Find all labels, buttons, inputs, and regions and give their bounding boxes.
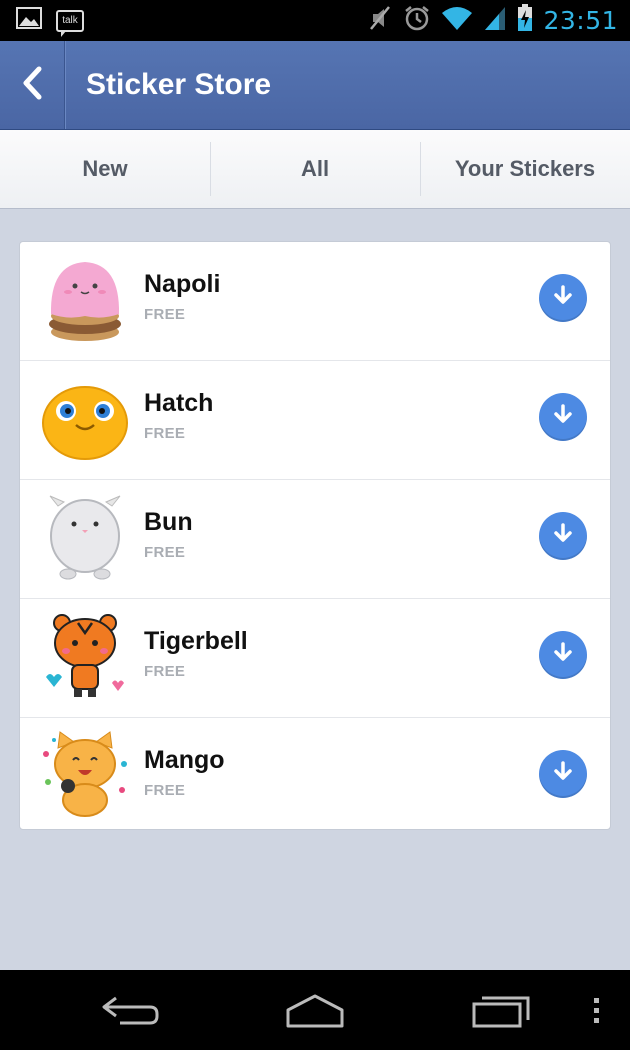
napoli-sticker-image: [40, 254, 130, 344]
alarm-icon: [403, 4, 431, 37]
tab-all[interactable]: All: [210, 130, 420, 208]
sticker-row-bun[interactable]: Bun FREE: [20, 480, 610, 599]
download-button[interactable]: [539, 631, 587, 679]
status-bar: talk 23:51: [0, 0, 630, 41]
sticker-price: FREE: [144, 663, 186, 680]
back-button[interactable]: [0, 41, 65, 129]
tab-bar: New All Your Stickers: [0, 130, 630, 209]
download-button[interactable]: [539, 274, 587, 322]
battery-charging-icon: [517, 4, 533, 37]
clock: 23:51: [543, 6, 618, 35]
sticker-row-napoli[interactable]: Napoli FREE: [20, 242, 610, 361]
download-arrow-icon: [551, 403, 575, 432]
download-button[interactable]: [539, 750, 587, 798]
navigation-bar: [0, 970, 630, 1050]
sticker-list: Napoli FREE Hatch FREE Bun FREE Tigerbel…: [19, 241, 611, 830]
bun-sticker-image: [40, 492, 130, 582]
sticker-row-mango[interactable]: Mango FREE: [20, 718, 610, 829]
tigerbell-sticker-image: [40, 611, 130, 701]
mute-icon: [367, 4, 393, 37]
sticker-name: Mango: [144, 746, 225, 774]
sticker-price: FREE: [144, 306, 186, 323]
wifi-icon: [441, 5, 473, 36]
download-button[interactable]: [539, 512, 587, 560]
sticker-price: FREE: [144, 782, 186, 799]
talk-icon: talk: [56, 9, 84, 37]
sticker-name: Bun: [144, 508, 193, 536]
sticker-row-hatch[interactable]: Hatch FREE: [20, 361, 610, 480]
sticker-name: Tigerbell: [144, 627, 248, 655]
tab-new[interactable]: New: [0, 130, 210, 208]
sticker-price: FREE: [144, 425, 186, 442]
sticker-row-tigerbell[interactable]: Tigerbell FREE: [20, 599, 610, 718]
app-bar: Sticker Store: [0, 41, 630, 130]
mango-sticker-image: [40, 730, 130, 820]
hatch-sticker-image: [40, 373, 130, 463]
chevron-left-icon: [21, 66, 43, 105]
sticker-price: FREE: [144, 544, 186, 561]
home-icon[interactable]: [284, 990, 346, 1035]
tab-your-stickers[interactable]: Your Stickers: [420, 130, 630, 208]
download-arrow-icon: [551, 641, 575, 670]
download-button[interactable]: [539, 393, 587, 441]
signal-icon: [483, 5, 507, 36]
download-arrow-icon: [551, 522, 575, 551]
page-title: Sticker Store: [86, 68, 272, 101]
sticker-name: Napoli: [144, 270, 221, 298]
menu-icon[interactable]: [590, 990, 604, 1035]
download-arrow-icon: [551, 284, 575, 313]
download-arrow-icon: [551, 760, 575, 789]
back-icon[interactable]: [100, 990, 162, 1035]
gallery-icon: [16, 7, 42, 34]
recent-apps-icon[interactable]: [470, 990, 532, 1035]
sticker-name: Hatch: [144, 389, 214, 417]
